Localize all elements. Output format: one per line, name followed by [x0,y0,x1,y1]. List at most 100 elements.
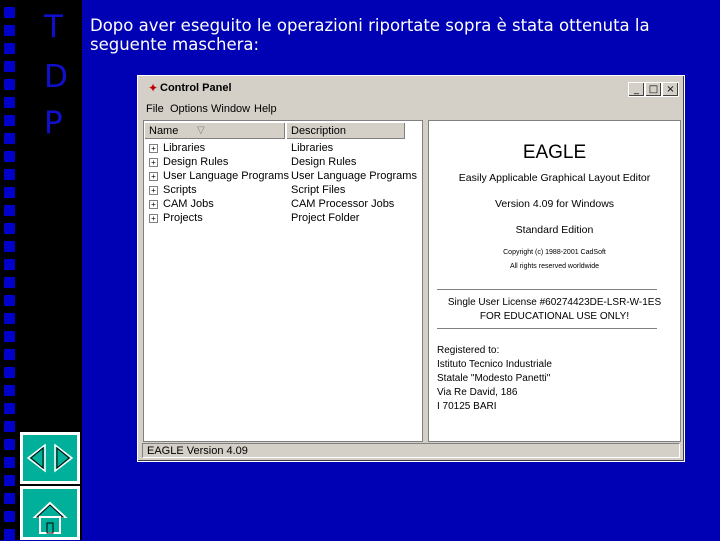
decorative-square [4,295,15,306]
decorative-square [4,421,15,432]
column-header-description[interactable]: Description [286,122,406,140]
minimize-button[interactable]: _ [628,82,645,97]
menu-file[interactable]: File [146,103,164,115]
status-bar: EAGLE Version 4.09 [142,443,680,458]
control-panel-window: ✦ Control Panel _ □ × File Options Windo… [137,75,685,462]
decorative-square [4,259,15,270]
decorative-square [4,43,15,54]
separator [437,328,657,329]
letter-p: P [44,105,63,141]
decorative-square [4,7,15,18]
menu-help[interactable]: Help [254,103,277,115]
expand-icon[interactable]: + [149,172,158,181]
tree-item-description: Libraries [291,142,334,154]
tree-item-name: User Language Programs [163,170,289,182]
registered-label: Registered to: [437,345,500,356]
decorative-square [4,493,15,504]
product-version: Version 4.09 for Windows [494,198,615,210]
menu-bar: File Options Window Help [142,101,680,119]
decorative-square [4,223,15,234]
tree-item-description: User Language Programs [291,170,417,182]
letter-d: D [44,59,68,95]
product-name: EAGLE [522,142,587,163]
decorative-square [4,277,15,288]
tree-item-description: Design Rules [291,156,357,168]
tree-item-name: Scripts [163,184,197,196]
column-header-description-label: Description [291,125,347,137]
letter-t: T [44,9,63,45]
decorative-square [4,367,15,378]
tree-row-projects[interactable]: + Projects Project Folder [144,211,422,225]
expand-icon[interactable]: + [149,186,158,195]
close-button[interactable]: × [662,82,679,97]
registered-line: Via Re David, 186 [437,387,518,398]
menu-window[interactable]: Window [211,103,250,115]
triangle-right-icon[interactable] [54,443,74,473]
nav-home-box [20,486,80,540]
tree-item-description: Script Files [291,184,346,196]
decorative-square [4,169,15,180]
decorative-square [4,349,15,360]
slide-caption: Dopo aver eseguito le operazioni riporta… [90,16,650,54]
tree-item-name: Libraries [163,142,206,154]
product-expansion: Easily Applicable Graphical Layout Edito… [458,172,651,184]
tree-pane: Name ▽ Description + Libraries Libraries… [143,120,423,442]
tree-item-name: Projects [163,212,203,224]
expand-icon[interactable]: + [149,214,158,223]
decorative-square [4,439,15,450]
home-icon[interactable] [23,489,77,537]
nav-arrows [26,443,74,473]
tree-item-name: Design Rules [163,156,229,168]
column-header-name[interactable]: Name ▽ [144,122,286,140]
decorative-square [4,151,15,162]
column-header-name-label: Name [149,125,179,137]
separator [437,289,657,290]
decorative-square [4,385,15,396]
tree-row-cam-jobs[interactable]: + CAM Jobs CAM Processor Jobs [144,197,422,211]
tree-row-scripts[interactable]: + Scripts Script Files [144,183,422,197]
decorative-square [4,97,15,108]
product-edition: Standard Edition [515,224,594,236]
expand-icon[interactable]: + [149,144,158,153]
license-note: FOR EDUCATIONAL USE ONLY! [479,311,630,322]
expand-icon[interactable]: + [149,158,158,167]
decorative-square [4,457,15,468]
decorative-square [4,403,15,414]
title-bar[interactable]: ✦ Control Panel _ □ × [141,79,681,99]
window-title: Control Panel [160,82,232,94]
sort-icon: ▽ [197,125,205,136]
triangle-left-icon[interactable] [26,443,46,473]
decorative-square [4,133,15,144]
tree-row-design-rules[interactable]: + Design Rules Design Rules [144,155,422,169]
pane-splitter[interactable] [423,120,426,442]
decorative-square [4,241,15,252]
rights-reserved: All rights reserved worldwide [509,263,600,270]
copyright: Copyright (c) 1988-2001 CadSoft [503,249,606,256]
decorative-square [4,331,15,342]
decorative-square [4,205,15,216]
eagle-app-icon: ✦ [148,81,159,95]
tree-item-description: Project Folder [291,212,360,224]
decorative-square [4,475,15,486]
decorative-square [4,115,15,126]
decorative-square [4,79,15,90]
maximize-button[interactable]: □ [645,82,662,97]
decorative-square [4,529,15,540]
registered-line: Statale "Modesto Panetti" [437,373,551,384]
menu-options[interactable]: Options [170,103,208,115]
decorative-squares [0,0,22,540]
about-pane: EAGLE Easily Applicable Graphical Layout… [428,120,681,442]
license-number: Single User License #60274423DE-LSR-W-1E… [447,297,662,308]
decorative-square [4,313,15,324]
registered-line: Istituto Tecnico Industriale [437,359,552,370]
decorative-square [4,61,15,72]
nav-arrows-box [20,432,80,484]
expand-icon[interactable]: + [149,200,158,209]
tree-row-user-language-programs[interactable]: + User Language Programs User Language P… [144,169,422,183]
decorative-square [4,511,15,522]
tree-item-description: CAM Processor Jobs [291,198,395,210]
tree-item-name: CAM Jobs [163,198,214,210]
registered-line: I 70125 BARI [437,401,497,412]
tree-row-libraries[interactable]: + Libraries Libraries [144,141,422,155]
decorative-square [4,187,15,198]
